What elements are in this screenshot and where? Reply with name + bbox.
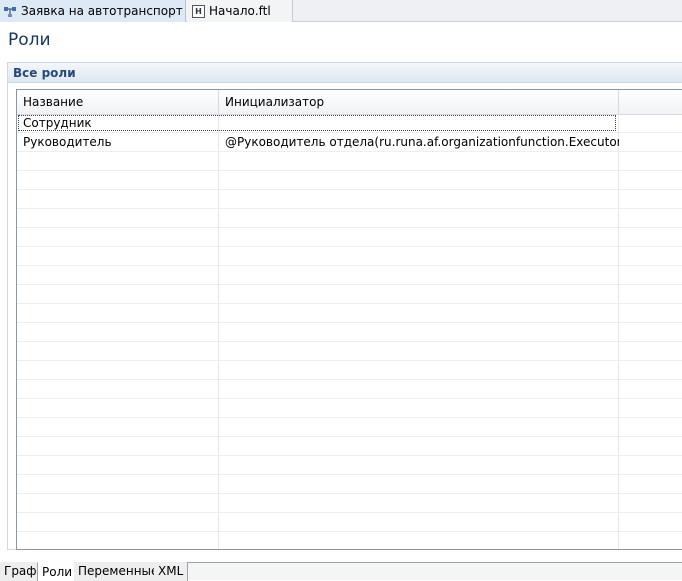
editor-tab-process[interactable]: Заявка на автотранспорт xyxy=(0,0,201,22)
empty-row xyxy=(17,171,682,190)
empty-row xyxy=(17,285,682,304)
empty-row xyxy=(17,380,682,399)
page-title: Роли xyxy=(8,30,51,50)
roles-table[interactable]: Название Инициализатор Сотрудник Руковод… xyxy=(16,89,682,550)
table-body: Сотрудник Руководитель @Руководитель отд… xyxy=(17,114,682,549)
empty-row xyxy=(17,323,682,342)
empty-row xyxy=(17,494,682,513)
empty-row xyxy=(17,209,682,228)
empty-row xyxy=(17,437,682,456)
ftl-file-icon: H xyxy=(192,4,205,18)
empty-row xyxy=(17,190,682,209)
empty-row xyxy=(17,266,682,285)
tab-xml[interactable]: XML xyxy=(154,562,189,581)
empty-row xyxy=(17,247,682,266)
empty-row xyxy=(17,228,682,247)
editor-tab-label: Начало.ftl xyxy=(209,4,271,18)
tab-roles[interactable]: Роли xyxy=(37,562,78,581)
empty-row xyxy=(17,342,682,361)
empty-row xyxy=(17,456,682,475)
empty-row xyxy=(17,152,682,171)
tab-graph[interactable]: Граф xyxy=(0,562,42,581)
tab-variables[interactable]: Переменные xyxy=(74,562,164,581)
empty-row xyxy=(17,513,682,532)
empty-row xyxy=(17,304,682,323)
empty-row xyxy=(17,399,682,418)
editor-tab-bar: Заявка на автотранспорт H Начало.ftl xyxy=(0,0,682,22)
table-row[interactable]: Сотрудник xyxy=(17,114,682,133)
empty-row xyxy=(17,532,682,549)
column-header-name[interactable]: Название xyxy=(17,90,219,114)
empty-row xyxy=(17,418,682,437)
table-row[interactable]: Руководитель @Руководитель отдела(ru.run… xyxy=(17,133,682,152)
role-name-cell[interactable]: Сотрудник xyxy=(17,114,219,132)
column-header-initializer[interactable]: Инициализатор xyxy=(219,90,619,114)
table-header: Название Инициализатор xyxy=(17,90,682,115)
role-initializer-cell[interactable]: @Руководитель отдела(ru.runa.af.organiza… xyxy=(219,133,619,151)
bottom-tab-bar: Граф Роли Переменные XML xyxy=(0,562,682,581)
process-icon xyxy=(4,7,16,17)
section-header[interactable]: Все роли xyxy=(8,63,682,83)
empty-row xyxy=(17,361,682,380)
role-name-cell[interactable]: Руководитель xyxy=(17,133,219,151)
role-initializer-cell[interactable] xyxy=(219,114,619,132)
roles-section: Все роли Название Инициализатор Сотрудни… xyxy=(7,62,682,550)
empty-row xyxy=(17,475,682,494)
editor-tab-ftl[interactable]: H Начало.ftl xyxy=(187,0,293,22)
editor-tab-label: Заявка на автотранспорт xyxy=(21,4,183,18)
